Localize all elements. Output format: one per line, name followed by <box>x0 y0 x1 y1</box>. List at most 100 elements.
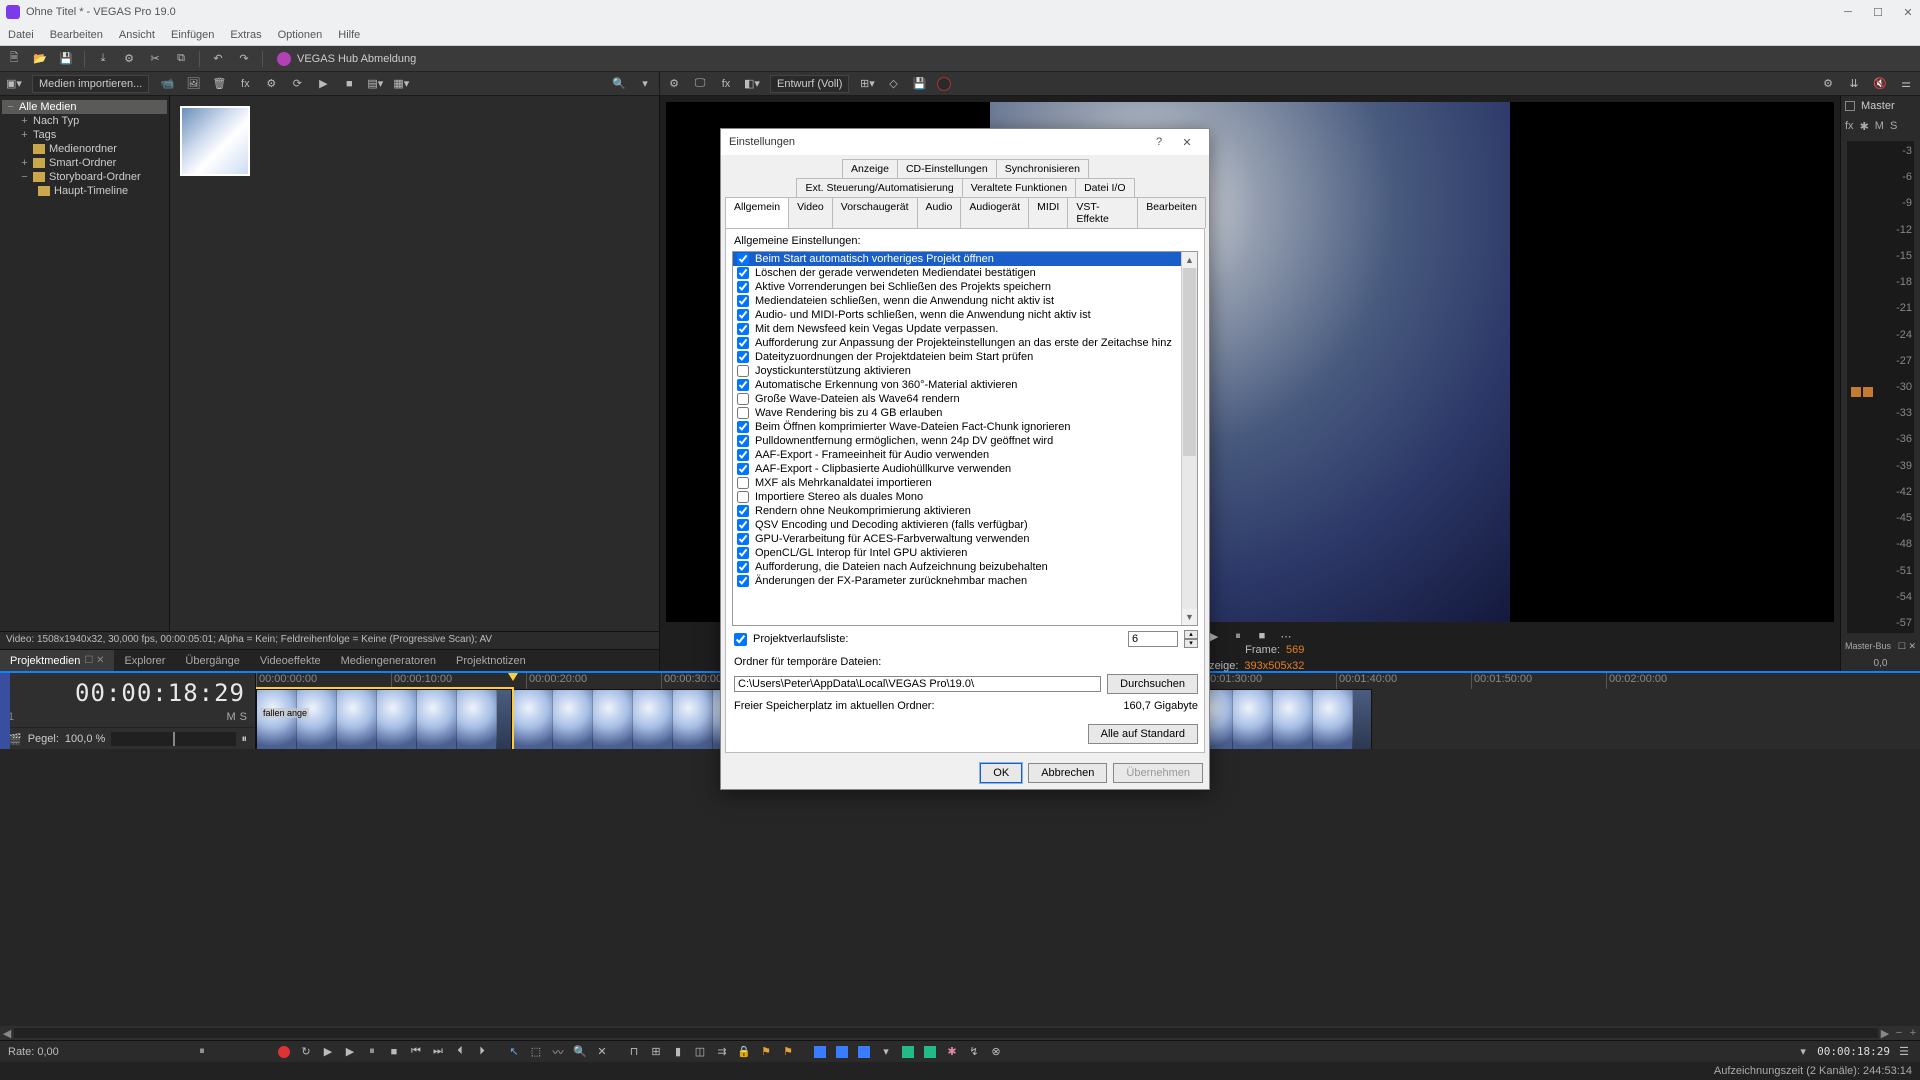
scroll-right-icon[interactable]: ▶ <box>1878 1027 1892 1040</box>
dim-icon[interactable]: 🔇 <box>1872 76 1888 92</box>
option-checkbox[interactable] <box>737 281 749 293</box>
tab-anzeige[interactable]: Anzeige <box>842 159 898 178</box>
tab-vst[interactable]: VST-Effekte <box>1067 197 1138 228</box>
split-screen-icon[interactable]: ◧▾ <box>744 76 760 92</box>
maximize-button[interactable]: ☐ <box>1872 6 1884 18</box>
scroll-down-icon[interactable]: ▼ <box>1182 609 1197 625</box>
tab-preview-device[interactable]: Vorschaugerät <box>832 197 918 228</box>
tab-mediengeneratoren[interactable]: Mediengeneratoren <box>331 650 446 671</box>
option-checkbox[interactable] <box>737 547 749 559</box>
media-tree[interactable]: −Alle Medien +Nach Typ +Tags Medienordne… <box>0 96 170 631</box>
normal-edit-tool[interactable]: ↖ <box>506 1044 522 1060</box>
option-checkbox[interactable] <box>737 323 749 335</box>
master-mute-button[interactable]: M <box>1875 120 1884 133</box>
media-fx-icon[interactable]: fx <box>237 76 253 92</box>
tab-projektnotizen[interactable]: Projektnotizen <box>446 650 536 671</box>
tab-file-io[interactable]: Datei I/O <box>1075 178 1134 197</box>
tab-uebergaenge[interactable]: Übergänge <box>175 650 249 671</box>
search-dropdown-icon[interactable]: ▾ <box>637 76 653 92</box>
option-row[interactable]: Mit dem Newsfeed kein Vegas Update verpa… <box>733 322 1197 336</box>
tree-haupt-timeline[interactable]: Haupt-Timeline <box>2 184 167 198</box>
preview-stop-icon[interactable]: ■ <box>1254 628 1270 644</box>
dialog-close-button[interactable]: ✕ <box>1173 136 1201 149</box>
play-start-button[interactable]: ▶ <box>320 1044 336 1060</box>
list-scrollbar[interactable]: ▲ ▼ <box>1181 252 1197 625</box>
copy-icon[interactable]: ⧉ <box>173 51 189 67</box>
option-checkbox[interactable] <box>737 407 749 419</box>
project-history-checkbox[interactable] <box>734 633 747 646</box>
cut-icon[interactable]: ✂ <box>147 51 163 67</box>
menu-extras[interactable]: Extras <box>230 29 261 41</box>
tab-videoeffekte[interactable]: Videoeffekte <box>250 650 331 671</box>
track-solo-button[interactable]: S <box>240 711 247 723</box>
media-import-button[interactable]: Medien importieren... <box>32 75 149 93</box>
overlay-icon[interactable]: ⊞▾ <box>859 76 875 92</box>
option-row[interactable]: Dateityzuordnungen der Projektdateien be… <box>733 350 1197 364</box>
track-color-strip[interactable] <box>0 673 10 749</box>
preview-more-icon[interactable]: ⋯ <box>1278 628 1294 644</box>
views-icon[interactable]: ▤▾ <box>367 76 383 92</box>
preview-pause-icon[interactable]: ⏸ <box>1230 628 1246 644</box>
option-checkbox[interactable] <box>737 519 749 531</box>
media-gear-icon[interactable]: ⚙ <box>263 76 279 92</box>
refresh-icon[interactable]: ⟳ <box>289 76 305 92</box>
option-checkbox[interactable] <box>737 449 749 461</box>
menu-einfuegen[interactable]: Einfügen <box>171 29 214 41</box>
tree-smart-ordner[interactable]: +Smart-Ordner <box>2 156 167 170</box>
option-row[interactable]: Joystickunterstützung aktivieren <box>733 364 1197 378</box>
option-row[interactable]: MXF als Mehrkanaldatei importieren <box>733 476 1197 490</box>
option-checkbox[interactable] <box>737 379 749 391</box>
option-row[interactable]: Importiere Stereo als duales Mono <box>733 490 1197 504</box>
menu-hilfe[interactable]: Hilfe <box>338 29 360 41</box>
tab-allgemein[interactable]: Allgemein <box>725 197 789 228</box>
tab-video[interactable]: Video <box>788 197 833 228</box>
autoripple-icon[interactable]: ⇉ <box>714 1044 730 1060</box>
go-end-button[interactable]: ⏭ <box>430 1044 446 1060</box>
envelope-tool[interactable]: 〰 <box>550 1044 566 1060</box>
record-button[interactable] <box>276 1044 292 1060</box>
option-checkbox[interactable] <box>737 421 749 433</box>
option-row[interactable]: Beim Start automatisch vorheriges Projek… <box>733 252 1197 266</box>
option-row[interactable]: Audio- und MIDI-Ports schließen, wenn di… <box>733 308 1197 322</box>
play-button[interactable]: ▶ <box>342 1044 358 1060</box>
tree-nach-typ[interactable]: +Nach Typ <box>2 114 167 128</box>
option-checkbox[interactable] <box>737 365 749 377</box>
video-fx-icon[interactable]: fx <box>718 76 734 92</box>
scroll-left-icon[interactable]: ◀ <box>0 1027 14 1040</box>
timeline-scrollbar[interactable]: ◀ ▶ − + <box>0 1026 1920 1040</box>
tab-midi[interactable]: MIDI <box>1028 197 1068 228</box>
menu-bearbeiten[interactable]: Bearbeiten <box>50 29 103 41</box>
undo-icon[interactable]: ↶ <box>210 51 226 67</box>
record-indicator-icon[interactable] <box>937 77 951 91</box>
media-thumbnail[interactable] <box>180 106 250 176</box>
mixer-sliders-icon[interactable]: ⚌ <box>1898 76 1914 92</box>
minimize-button[interactable]: ─ <box>1842 6 1854 18</box>
apply-button[interactable]: Übernehmen <box>1113 763 1203 783</box>
mode2-button[interactable] <box>834 1044 850 1060</box>
tab-audio[interactable]: Audio <box>917 197 962 228</box>
option-row[interactable]: Aufforderung zur Anpassung der Projektei… <box>733 336 1197 350</box>
mode-dropdown-icon[interactable]: ▾ <box>878 1044 894 1060</box>
option-checkbox[interactable] <box>737 309 749 321</box>
option-checkbox[interactable] <box>737 267 749 279</box>
master-solo-button[interactable]: S <box>1890 120 1897 133</box>
master-automation-icon[interactable]: ✱ <box>1860 120 1869 133</box>
general-options-list[interactable]: Beim Start automatisch vorheriges Projek… <box>732 251 1198 626</box>
master-maximize-icon[interactable] <box>1845 101 1855 111</box>
get-media-icon[interactable]: 🖼 <box>185 76 201 92</box>
region-flag-icon[interactable]: ⚑ <box>780 1044 796 1060</box>
spin-down-icon[interactable]: ▾ <box>1184 639 1198 648</box>
tab-deprecated[interactable]: Veraltete Funktionen <box>962 178 1076 197</box>
tab-edit[interactable]: Bearbeiten <box>1137 197 1206 228</box>
play-media-icon[interactable]: ▶ <box>315 76 331 92</box>
tab-sync[interactable]: Synchronisieren <box>996 159 1089 178</box>
mixer-gear-icon[interactable]: ⚙ <box>1820 76 1836 92</box>
option-checkbox[interactable] <box>737 575 749 587</box>
playhead-marker-icon[interactable] <box>508 673 518 683</box>
lock-icon[interactable]: 🔒 <box>736 1044 752 1060</box>
option-checkbox[interactable] <box>737 393 749 405</box>
tree-medienordner[interactable]: Medienordner <box>2 142 167 156</box>
option-checkbox[interactable] <box>737 505 749 517</box>
hw-icon[interactable]: ⊗ <box>988 1044 1004 1060</box>
tab-cd[interactable]: CD-Einstellungen <box>897 159 997 178</box>
